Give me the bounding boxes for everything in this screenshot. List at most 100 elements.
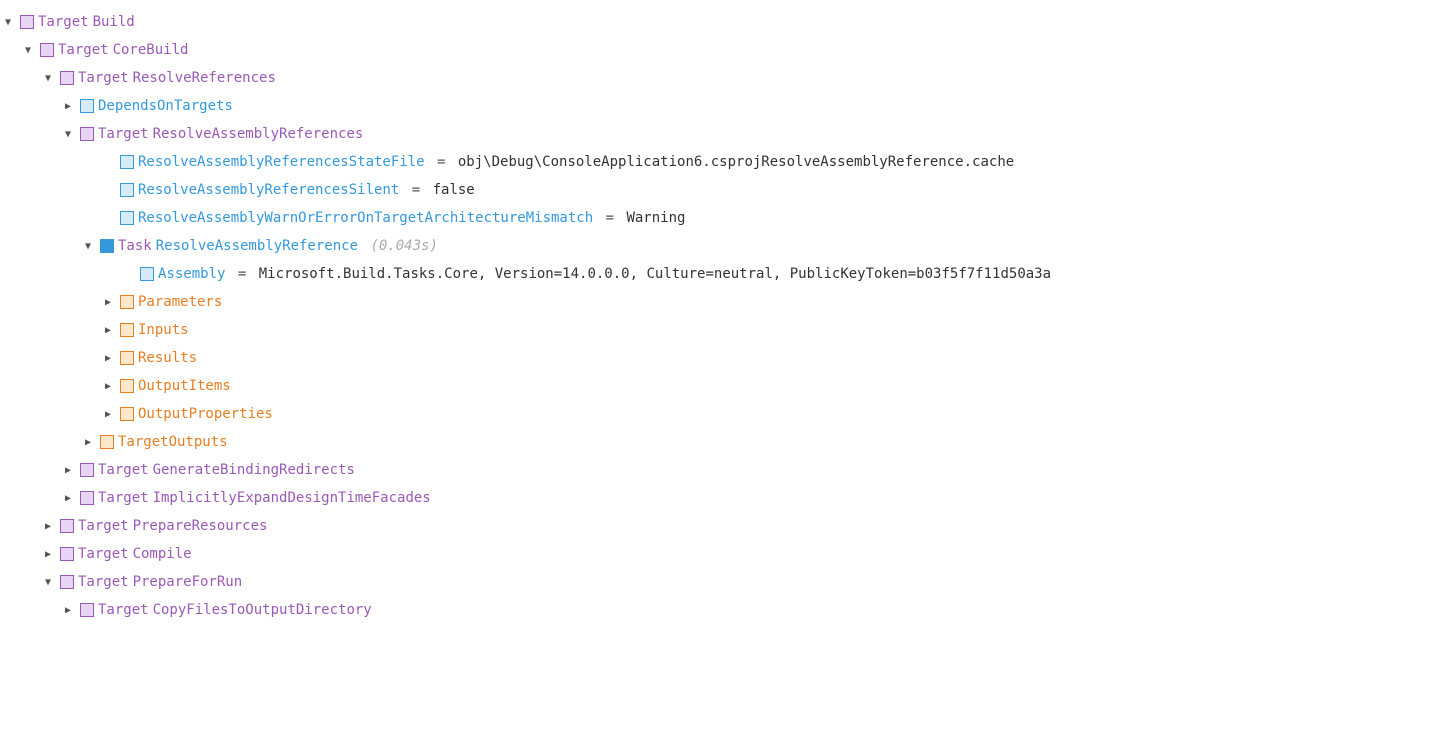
node-name: ResolveAssemblyReferencesStateFile (138, 154, 425, 170)
node-keyword: Target (38, 14, 89, 30)
node-name: Build (93, 14, 135, 30)
node-keyword: Target (98, 490, 149, 506)
node-name: TargetOutputs (118, 434, 228, 450)
tree-item-resolveassemblyrefssilent[interactable]: ResolveAssemblyReferencesSilent = false (0, 176, 1453, 204)
tree-toggle[interactable] (80, 434, 96, 450)
node-label: TargetPrepareForRun (78, 574, 242, 590)
tree-item-resolveassemblyrefsstatefile[interactable]: ResolveAssemblyReferencesStateFile = obj… (0, 148, 1453, 176)
node-name: OutputProperties (138, 406, 273, 422)
node-icon (120, 323, 134, 337)
tree-toggle[interactable] (100, 350, 116, 366)
node-label: TargetResolveReferences (78, 70, 276, 86)
node-timing: (0.043s) (362, 238, 438, 254)
node-icon (120, 155, 134, 169)
node-label: ResolveAssemblyWarnOrErrorOnTargetArchit… (138, 210, 685, 226)
tree-toggle[interactable] (40, 518, 56, 534)
msbuild-tree: TargetBuildTargetCoreBuildTargetResolveR… (0, 8, 1453, 624)
tree-toggle[interactable] (60, 98, 76, 114)
node-value: obj\Debug\ConsoleApplication6.csprojReso… (458, 154, 1014, 170)
tree-toggle[interactable] (60, 462, 76, 478)
tree-toggle[interactable] (100, 378, 116, 394)
tree-toggle[interactable] (0, 14, 16, 30)
node-name: Compile (133, 546, 192, 562)
tree-toggle (120, 266, 136, 282)
equals-sign: = (597, 210, 622, 226)
node-keyword: Target (98, 602, 149, 618)
node-name: GenerateBindingRedirects (153, 462, 355, 478)
tree-item-corebuild[interactable]: TargetCoreBuild (0, 36, 1453, 64)
node-label: TargetCompile (78, 546, 192, 562)
tree-item-copyfiles[interactable]: TargetCopyFilesToOutputDirectory (0, 596, 1453, 624)
tree-item-outputproperties[interactable]: OutputProperties (0, 400, 1453, 428)
equals-sign: = (429, 154, 454, 170)
node-icon (60, 575, 74, 589)
tree-item-resolvereferences[interactable]: TargetResolveReferences (0, 64, 1453, 92)
node-name: PrepareResources (133, 518, 268, 534)
node-icon (60, 71, 74, 85)
tree-item-generatebindingredirects[interactable]: TargetGenerateBindingRedirects (0, 456, 1453, 484)
tree-toggle[interactable] (60, 602, 76, 618)
equals-sign: = (229, 266, 254, 282)
tree-toggle (100, 154, 116, 170)
tree-toggle[interactable] (60, 126, 76, 142)
tree-item-task-resolveassemblyref[interactable]: TaskResolveAssemblyReference (0.043s) (0, 232, 1453, 260)
tree-item-compile[interactable]: TargetCompile (0, 540, 1453, 568)
tree-toggle[interactable] (100, 406, 116, 422)
node-icon (80, 127, 94, 141)
node-label: ResolveAssemblyReferencesSilent = false (138, 182, 475, 198)
tree-item-targetoutputs[interactable]: TargetOutputs (0, 428, 1453, 456)
node-label: TaskResolveAssemblyReference (0.043s) (118, 238, 438, 254)
node-icon (20, 15, 34, 29)
tree-item-results[interactable]: Results (0, 344, 1453, 372)
node-label: Inputs (138, 322, 189, 338)
tree-item-prepareresources[interactable]: TargetPrepareResources (0, 512, 1453, 540)
tree-toggle[interactable] (20, 42, 36, 58)
node-icon (80, 463, 94, 477)
tree-item-implicitlyexpand[interactable]: TargetImplicitlyExpandDesignTimeFacades (0, 484, 1453, 512)
node-icon (100, 435, 114, 449)
node-name: CopyFilesToOutputDirectory (153, 602, 372, 618)
tree-item-parameters[interactable]: Parameters (0, 288, 1453, 316)
tree-toggle[interactable] (100, 322, 116, 338)
node-icon (80, 603, 94, 617)
tree-item-inputs[interactable]: Inputs (0, 316, 1453, 344)
tree-toggle[interactable] (100, 294, 116, 310)
node-keyword: Target (98, 126, 149, 142)
node-name: Assembly (158, 266, 225, 282)
node-keyword: Task (118, 238, 152, 254)
tree-toggle[interactable] (80, 238, 96, 254)
tree-item-resolveassemblywarn[interactable]: ResolveAssemblyWarnOrErrorOnTargetArchit… (0, 204, 1453, 232)
node-keyword: Target (78, 70, 129, 86)
node-name: ResolveAssemblyReference (156, 238, 358, 254)
node-icon (40, 43, 54, 57)
tree-item-prepareforrun[interactable]: TargetPrepareForRun (0, 568, 1453, 596)
node-value: false (433, 182, 475, 198)
node-label: Results (138, 350, 197, 366)
node-name: OutputItems (138, 378, 231, 394)
tree-toggle[interactable] (40, 70, 56, 86)
node-label: TargetCoreBuild (58, 42, 188, 58)
node-icon (80, 491, 94, 505)
node-label: Parameters (138, 294, 222, 310)
node-name: DependsOnTargets (98, 98, 233, 114)
node-label: Assembly = Microsoft.Build.Tasks.Core, V… (158, 266, 1051, 282)
tree-toggle[interactable] (40, 574, 56, 590)
tree-toggle (100, 182, 116, 198)
node-label: DependsOnTargets (98, 98, 233, 114)
node-keyword: Target (58, 42, 109, 58)
node-name: ResolveAssemblyReferencesSilent (138, 182, 399, 198)
node-name: Inputs (138, 322, 189, 338)
tree-item-resolveassemblyrefs[interactable]: TargetResolveAssemblyReferences (0, 120, 1453, 148)
node-icon (120, 379, 134, 393)
node-keyword: Target (78, 518, 129, 534)
node-label: ResolveAssemblyReferencesStateFile = obj… (138, 154, 1014, 170)
node-label: TargetImplicitlyExpandDesignTimeFacades (98, 490, 431, 506)
node-label: TargetBuild (38, 14, 135, 30)
tree-item-build[interactable]: TargetBuild (0, 8, 1453, 36)
tree-item-outputitems[interactable]: OutputItems (0, 372, 1453, 400)
tree-toggle[interactable] (40, 546, 56, 562)
node-icon (140, 267, 154, 281)
tree-toggle[interactable] (60, 490, 76, 506)
tree-item-assembly[interactable]: Assembly = Microsoft.Build.Tasks.Core, V… (0, 260, 1453, 288)
tree-item-dependsontargets[interactable]: DependsOnTargets (0, 92, 1453, 120)
